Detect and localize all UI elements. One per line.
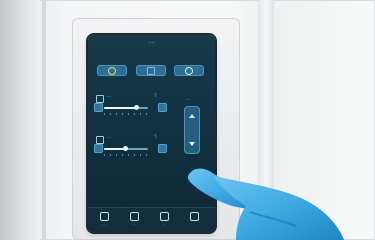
nav-label-3: ·· — [163, 222, 165, 226]
nav-item-alerts[interactable]: ·· — [154, 211, 174, 229]
nav-label-4: · — [193, 222, 195, 226]
slider-knob-1[interactable] — [133, 105, 139, 110]
sun-icon — [108, 66, 116, 75]
screen-title: ·· ·· — [148, 40, 155, 45]
home-icon — [100, 212, 109, 221]
arrow-panel-caption: ·· — [187, 97, 190, 102]
nav-label-2: ··· — [132, 222, 136, 226]
up-down-panel — [184, 106, 200, 154]
nav-label-1: ···· — [102, 222, 106, 226]
wall-left — [0, 0, 40, 240]
control-row-2: ··· ·| — [94, 133, 172, 165]
up-arrow-icon[interactable] — [189, 114, 195, 118]
settings-icon — [190, 212, 199, 221]
nav-item-settings[interactable]: · — [184, 211, 204, 229]
bell-icon — [160, 212, 169, 221]
slider-ticks-1 — [104, 113, 148, 115]
square-icon — [147, 66, 155, 75]
slider-track-2[interactable] — [104, 146, 148, 151]
right-pillar — [258, 0, 274, 240]
mode-button-1[interactable] — [97, 65, 127, 76]
touch-screen: ·· ·· ··· ·| ··· ·| ·· ···· ··· ·· · — [88, 35, 215, 232]
circle-icon — [185, 66, 193, 75]
row-icon-2 — [96, 136, 104, 144]
chat-icon — [130, 212, 139, 221]
slider-fill-1 — [104, 107, 136, 109]
control-row-1: ··· ·| — [94, 92, 172, 124]
nav-item-chat[interactable]: ··· — [124, 211, 144, 229]
screen-title-bar: ·· ·· — [88, 39, 215, 47]
slider-fill-2 — [104, 148, 126, 150]
bottom-nav: ···· ··· ·· · — [88, 207, 215, 232]
slider-knob-2[interactable] — [123, 146, 129, 151]
nav-item-home[interactable]: ···· — [94, 211, 114, 229]
row-aux-2: ·| — [154, 133, 157, 138]
mode-button-2[interactable] — [136, 65, 166, 76]
decrease-button-2[interactable] — [94, 144, 103, 153]
increase-button-1[interactable] — [158, 103, 167, 112]
row-aux-1: ·| — [154, 92, 157, 97]
slider-ticks-2 — [104, 154, 148, 156]
row-icon-1 — [96, 95, 104, 103]
row-label-1: ··· — [107, 94, 111, 99]
increase-button-2[interactable] — [158, 144, 167, 153]
row-label-2: ··· — [107, 135, 111, 140]
wall-edge — [42, 0, 46, 240]
down-arrow-icon[interactable] — [189, 142, 195, 146]
slider-track-1[interactable] — [104, 105, 148, 110]
decrease-button-1[interactable] — [94, 103, 103, 112]
mode-button-3[interactable] — [174, 65, 204, 76]
